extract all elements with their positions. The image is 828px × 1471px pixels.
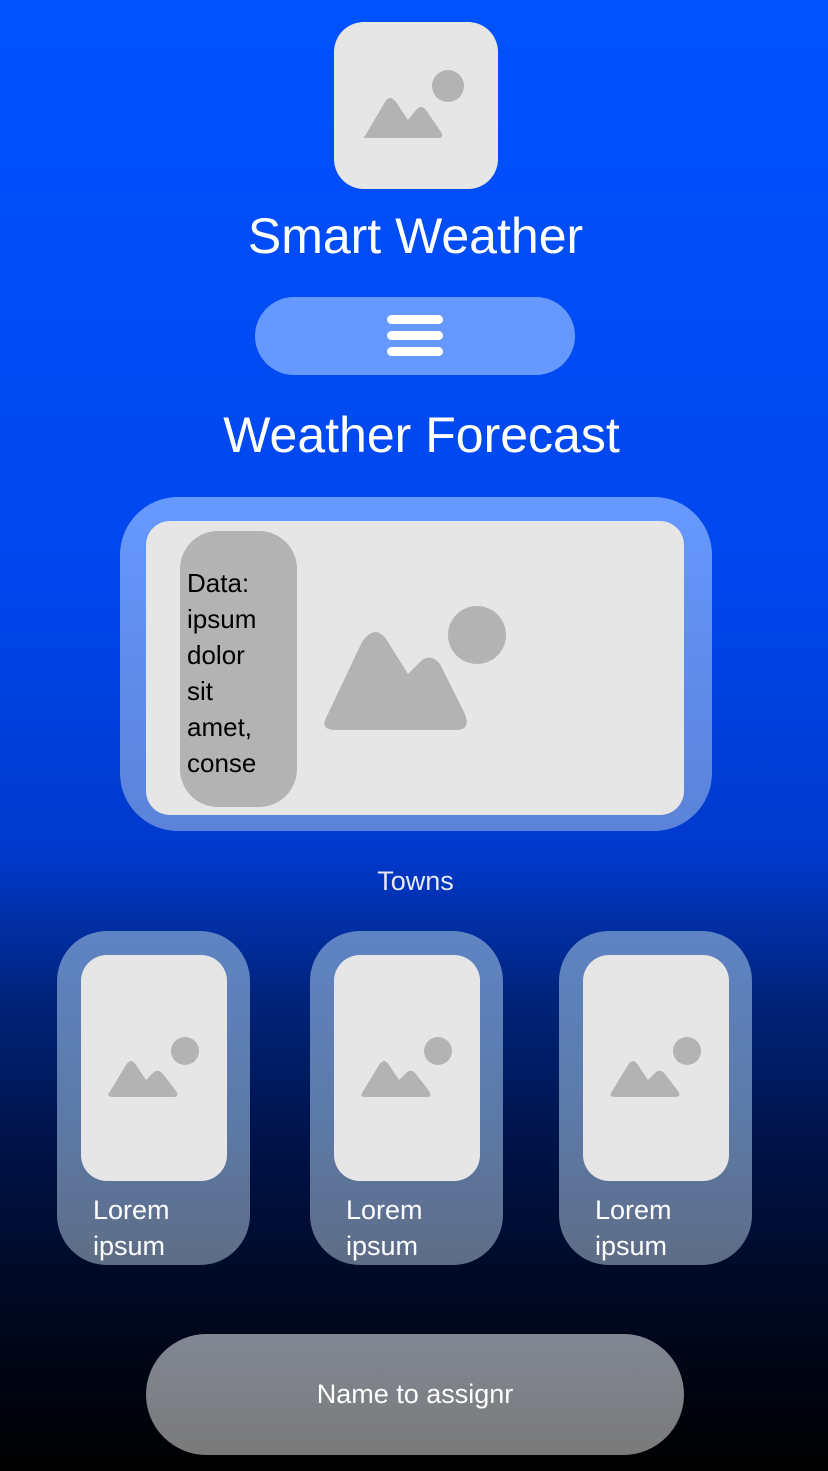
- town-label: Lorem ipsum: [93, 1195, 170, 1261]
- town-image: [583, 955, 729, 1181]
- town-image: [81, 955, 227, 1181]
- hamburger-menu-icon: [387, 315, 443, 356]
- menu-button[interactable]: [255, 297, 575, 375]
- town-card[interactable]: Lorem ipsum: [559, 931, 752, 1265]
- image-placeholder-icon: [324, 606, 506, 730]
- assign-name-button-label: Name to assignr: [316, 1379, 514, 1409]
- image-placeholder-icon: [363, 70, 464, 138]
- app-logo: [334, 22, 498, 189]
- image-placeholder-icon: [361, 1037, 452, 1097]
- app-title: Smart Weather: [247, 208, 584, 264]
- town-label: Lorem ipsum: [595, 1195, 672, 1261]
- town-image: [334, 955, 480, 1181]
- town-card[interactable]: Lorem ipsum: [57, 931, 250, 1265]
- town-label: Lorem ipsum: [346, 1195, 423, 1261]
- towns-label: Towns: [377, 866, 454, 896]
- image-placeholder-icon: [108, 1037, 199, 1097]
- image-placeholder-icon: [610, 1037, 701, 1097]
- forecast-title: Weather Forecast: [223, 407, 620, 463]
- assign-name-button[interactable]: Name to assignr: [146, 1334, 684, 1455]
- forecast-data-text: Data: ipsum dolor sit amet, conse: [180, 531, 297, 807]
- town-card[interactable]: Lorem ipsum: [310, 931, 503, 1265]
